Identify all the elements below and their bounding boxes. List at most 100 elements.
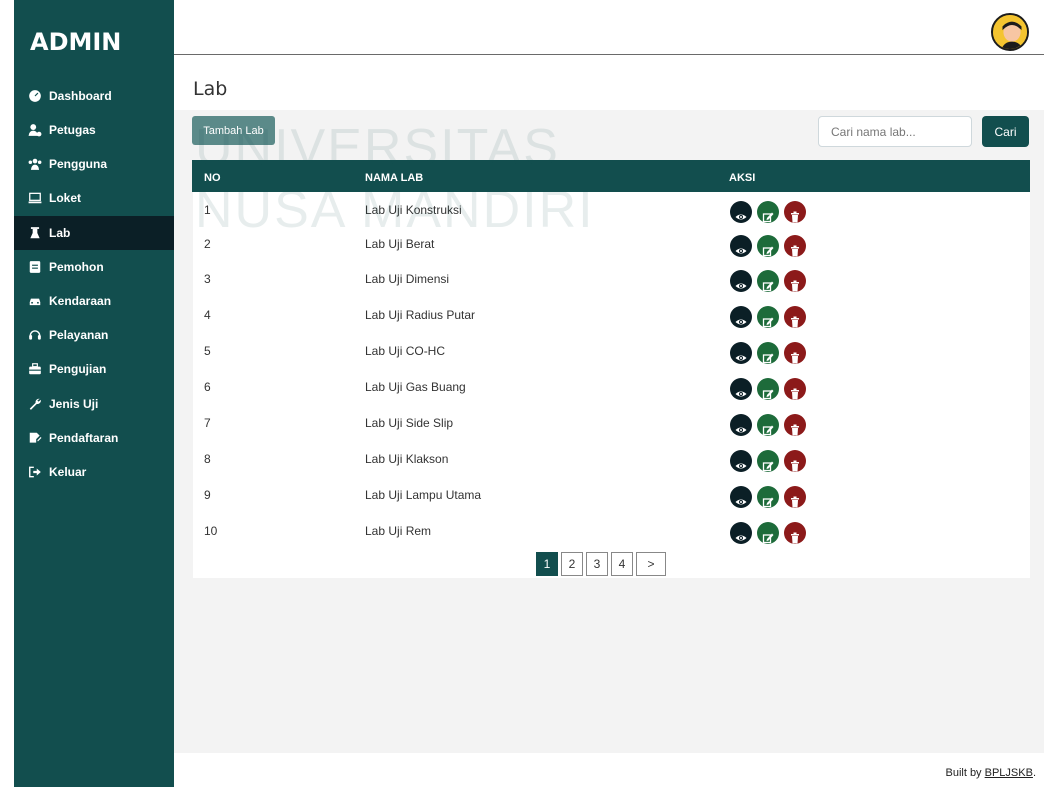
laptop-icon bbox=[27, 190, 43, 206]
brand-title: ADMIN bbox=[30, 28, 122, 56]
footer-link[interactable]: BPLJSKB bbox=[985, 767, 1033, 779]
sidebar-item-label: Kendaraan bbox=[49, 294, 112, 308]
delete-icon bbox=[789, 532, 801, 544]
sidebar-item-pengguna[interactable]: Pengguna bbox=[14, 147, 174, 181]
delete-button[interactable] bbox=[784, 306, 806, 328]
search-button[interactable]: Cari bbox=[982, 116, 1029, 147]
edit-button[interactable] bbox=[757, 270, 779, 292]
view-button[interactable] bbox=[730, 342, 752, 364]
sidebar-item-petugas[interactable]: Petugas bbox=[14, 113, 174, 147]
delete-button[interactable] bbox=[784, 414, 806, 436]
sign-out-icon bbox=[27, 464, 43, 480]
view-icon bbox=[735, 532, 747, 544]
sidebar-item-loket[interactable]: Loket bbox=[14, 181, 174, 215]
sidebar-item-kendaraan[interactable]: Kendaraan bbox=[14, 284, 174, 318]
column-header-actions: AKSI bbox=[729, 172, 756, 184]
table-row: 8 Lab Uji Klakson bbox=[192, 442, 1030, 478]
row-number: 4 bbox=[204, 308, 211, 322]
delete-button[interactable] bbox=[784, 522, 806, 544]
delete-button[interactable] bbox=[784, 201, 806, 223]
edit-icon bbox=[762, 280, 774, 292]
next-page-button[interactable]: > bbox=[636, 552, 666, 576]
page-3-button[interactable]: 3 bbox=[586, 552, 608, 576]
delete-button[interactable] bbox=[784, 450, 806, 472]
edit-icon bbox=[762, 460, 774, 472]
page-4-button[interactable]: 4 bbox=[611, 552, 633, 576]
view-button[interactable] bbox=[730, 486, 752, 508]
view-button[interactable] bbox=[730, 522, 752, 544]
sidebar-item-lab[interactable]: Lab bbox=[14, 216, 174, 250]
sidebar-item-label: Jenis Uji bbox=[49, 397, 99, 411]
search-input[interactable] bbox=[818, 116, 972, 147]
sidebar: ADMIN Dashboard Petugas Pengguna Loket Lab Pe… bbox=[14, 0, 174, 787]
edit-button[interactable] bbox=[757, 378, 779, 400]
view-button[interactable] bbox=[730, 378, 752, 400]
edit-button[interactable] bbox=[757, 522, 779, 544]
footer bbox=[174, 753, 1044, 787]
table-row: 9 Lab Uji Lampu Utama bbox=[192, 478, 1030, 514]
table-header: NO NAMA LAB AKSI bbox=[192, 160, 1030, 192]
delete-button[interactable] bbox=[784, 342, 806, 364]
dashboard-icon bbox=[27, 88, 43, 104]
user-avatar-icon[interactable] bbox=[991, 13, 1029, 51]
delete-button[interactable] bbox=[784, 378, 806, 400]
edit-icon bbox=[762, 424, 774, 436]
sidebar-item-pemohon[interactable]: Pemohon bbox=[14, 250, 174, 284]
edit-button[interactable] bbox=[757, 486, 779, 508]
view-icon bbox=[735, 352, 747, 364]
delete-icon bbox=[789, 245, 801, 257]
sidebar-item-pengujian[interactable]: Pengujian bbox=[14, 352, 174, 386]
lab-name: Lab Uji Klakson bbox=[365, 452, 449, 466]
sidebar-item-pelayanan[interactable]: Pelayanan bbox=[14, 318, 174, 352]
view-button[interactable] bbox=[730, 306, 752, 328]
sidebar-item-label: Pendaftaran bbox=[49, 431, 119, 445]
id-card-icon bbox=[27, 259, 43, 275]
view-button[interactable] bbox=[730, 414, 752, 436]
sidebar-item-label: Pemohon bbox=[49, 260, 104, 274]
sidebar-item-label: Petugas bbox=[49, 123, 96, 137]
row-number: 5 bbox=[204, 344, 211, 358]
lab-name: Lab Uji Rem bbox=[365, 524, 432, 538]
edit-button[interactable] bbox=[757, 235, 779, 257]
sidebar-item-dashboard[interactable]: Dashboard bbox=[14, 79, 174, 113]
view-button[interactable] bbox=[730, 235, 752, 257]
lab-name: Lab Uji Gas Buang bbox=[365, 380, 466, 394]
edit-button[interactable] bbox=[757, 414, 779, 436]
sidebar-item-keluar[interactable]: Keluar bbox=[14, 455, 174, 489]
sidebar-item-pendaftaran[interactable]: Pendaftaran bbox=[14, 421, 174, 455]
view-icon bbox=[735, 424, 747, 436]
view-icon bbox=[735, 316, 747, 328]
page-2-button[interactable]: 2 bbox=[561, 552, 583, 576]
edit-icon bbox=[762, 245, 774, 257]
lab-name: Lab Uji Berat bbox=[365, 237, 435, 251]
view-button[interactable] bbox=[730, 270, 752, 292]
edit-icon bbox=[762, 532, 774, 544]
sidebar-item-label: Pelayanan bbox=[49, 328, 109, 342]
view-button[interactable] bbox=[730, 201, 752, 223]
view-button[interactable] bbox=[730, 450, 752, 472]
delete-button[interactable] bbox=[784, 270, 806, 292]
edit-button[interactable] bbox=[757, 342, 779, 364]
edit-icon bbox=[762, 211, 774, 223]
row-number: 2 bbox=[204, 237, 211, 251]
page-1-button[interactable]: 1 bbox=[536, 552, 558, 576]
sidebar-item-label: Loket bbox=[49, 191, 82, 205]
edit-icon bbox=[762, 496, 774, 508]
view-icon bbox=[735, 211, 747, 223]
delete-icon bbox=[789, 211, 801, 223]
delete-icon bbox=[789, 424, 801, 436]
edit-button[interactable] bbox=[757, 450, 779, 472]
sidebar-item-label: Lab bbox=[49, 226, 71, 240]
user-tie-icon bbox=[27, 122, 43, 138]
footer-prefix: Built by bbox=[945, 767, 985, 779]
sidebar-item-jenis-uji[interactable]: Jenis Uji bbox=[14, 387, 174, 421]
lab-name: Lab Uji Radius Putar bbox=[365, 308, 476, 322]
column-header-no: NO bbox=[204, 172, 221, 184]
edit-button[interactable] bbox=[757, 201, 779, 223]
delete-button[interactable] bbox=[784, 235, 806, 257]
add-lab-button[interactable]: Tambah Lab bbox=[192, 116, 275, 145]
edit-button[interactable] bbox=[757, 306, 779, 328]
signature-icon bbox=[27, 430, 43, 446]
delete-button[interactable] bbox=[784, 486, 806, 508]
lab-name: Lab Uji Dimensi bbox=[365, 272, 450, 286]
